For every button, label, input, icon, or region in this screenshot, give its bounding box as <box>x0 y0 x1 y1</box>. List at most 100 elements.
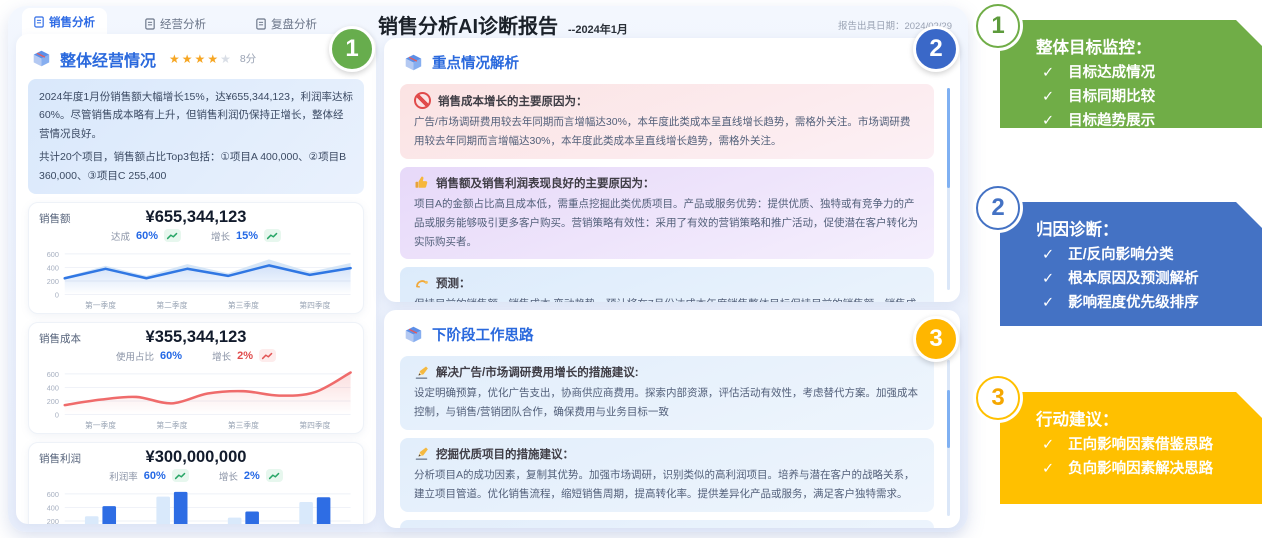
svg-text:第三季度: 第三季度 <box>228 420 259 430</box>
chart-stat: 增长 2% <box>212 349 276 363</box>
partial-card <box>400 519 934 528</box>
next-phase-header: 下阶段工作思路 <box>400 322 934 347</box>
star-icon: ★ <box>194 51 208 66</box>
note-body: 设定明确预算，优化广告支出，协商供应商费用。探索内部资源，评估活动有效性，考虑替… <box>414 387 918 418</box>
summary-box: 2024年度1月份销售额大幅增长15%，达¥655,344,123，利润率达标6… <box>28 79 364 194</box>
annotation-number-badge: 1 <box>976 4 1020 48</box>
note-body: 分析项目A的成功因素，复制其优势。加强市场调研，识别类似的高利润项目。培养与潜在… <box>414 468 915 500</box>
note-title-row: 挖掘优质项目的措施建议： <box>414 446 920 462</box>
panel-title: 下阶段工作思路 <box>432 328 534 344</box>
forecast-card: 预测： 保持目前的销售额、销售成本 变动趋势，预计将在7月份达成本年度销售整体目… <box>400 267 934 302</box>
score-label: 8分 <box>239 53 257 65</box>
annotation-item: 目标同期比较 <box>1036 86 1252 110</box>
chart-stat: 利润率 60% <box>109 469 189 483</box>
annotation-attribution-diagnosis: 归因诊断： 正/反向影响分类 根本原因及预测解析 影响程度优先级排序 <box>1000 202 1262 326</box>
scrollbar-thumb[interactable] <box>947 88 950 188</box>
plan-number-badge: 3 <box>913 316 959 362</box>
key-analysis-header: 重点情况解析 <box>400 50 934 75</box>
note-title-row: 销售成本增长的主要原因为： <box>414 92 920 109</box>
note-title: 预测： <box>436 278 471 291</box>
report-book-icon <box>400 50 425 75</box>
note-title-row: 解决广告/市场调研费用增长的措施建议: <box>414 364 920 380</box>
annotation-item: 负向影响因素解决思路 <box>1036 458 1252 482</box>
note-title: 解决广告/市场调研费用增长的措施建议: <box>436 367 639 379</box>
chart-stat: 增长 15% <box>211 229 282 243</box>
overview-number-badge: 1 <box>329 26 375 72</box>
thumbs-up-icon <box>414 175 429 190</box>
sales-amount-chart-card: 销售额 ¥655,344,123 达成 60% 增长 15% 0 200 400 600 第一… <box>28 201 364 314</box>
annotation-title: 行动建议： <box>1036 411 1119 429</box>
svg-text:600: 600 <box>47 250 59 259</box>
trend-icon <box>265 469 283 483</box>
chart-stat: 增长 2% <box>219 469 283 483</box>
annotation-item: 目标达成情况 <box>1036 62 1252 86</box>
document-icon <box>256 18 266 30</box>
chart-title: 销售额 <box>39 212 71 225</box>
report-book-icon <box>400 322 425 347</box>
no-entry-icon <box>414 92 431 109</box>
key-analysis-panel: 重点情况解析 销售成本增长的主要原因为： 广告/市场调研费用较去年同期而言增幅达… <box>384 38 960 302</box>
tab-label: 复盘分析 <box>271 19 317 31</box>
chart-stat: 使用占比 60% <box>116 349 183 363</box>
report-book-icon <box>28 46 53 71</box>
svg-text:第四季度: 第四季度 <box>299 300 330 310</box>
scrollbar[interactable] <box>947 360 950 516</box>
chart-stats: 利润率 60% 增长 2% <box>35 468 357 484</box>
star-icon: ★ <box>207 51 221 66</box>
chart-stat: 达成 60% <box>111 229 181 243</box>
chart-total-value: ¥300,000,000 <box>145 447 247 466</box>
screenshot-stage: 销售分析 经营分析 复盘分析 销售分析AI诊断报告 --2024年1月 报告出具… <box>0 0 1269 538</box>
star-rating: ★★★★★ <box>169 50 233 68</box>
tab-label: 经营分析 <box>160 19 206 31</box>
annotation-title: 归因诊断： <box>1036 221 1119 239</box>
chart-total-value: ¥355,344,123 <box>145 327 247 346</box>
chart-stats: 达成 60% 增长 15% <box>35 228 357 244</box>
annotation-number-badge: 2 <box>976 186 1020 230</box>
note-title: 销售额及销售利润表现良好的主要原因为： <box>436 177 655 190</box>
chart-stats: 使用占比 60% 增长 2% <box>35 348 357 364</box>
star-icon: ★ <box>220 51 233 66</box>
sales-amount-line-chart: 0 200 400 600 第一季度 第二季度 第三季度 第四季度 <box>47 250 352 310</box>
page-title: 销售分析AI诊断报告 <box>378 16 558 38</box>
annotation-title: 整体目标监控： <box>1036 39 1152 57</box>
svg-text:600: 600 <box>47 490 59 499</box>
note-title-row: 预测： <box>414 275 920 291</box>
summary-paragraph: 2024年度1月份销售额大幅增长15%，达¥655,344,123，利润率达标6… <box>39 91 353 140</box>
report-container: 销售分析 经营分析 复盘分析 销售分析AI诊断报告 --2024年1月 报告出具… <box>8 6 968 532</box>
trend-icon <box>164 229 181 243</box>
note-title: 挖掘优质项目的措施建议： <box>436 448 574 461</box>
svg-text:第三季度: 第三季度 <box>228 300 259 310</box>
scrollbar[interactable] <box>947 88 950 290</box>
note-body: 广告/市场调研费用较去年同期而言增幅达30%，本年度此类成本呈直线增长趋势，需格… <box>414 116 911 147</box>
trend-icon <box>171 469 189 483</box>
trend-icon <box>258 349 276 363</box>
annotation-goal-monitoring: 整体目标监控： 目标达成情况 目标同期比较 目标趋势展示 <box>1000 20 1262 128</box>
next-phase-panel: 下阶段工作思路 解决广告/市场调研费用增长的措施建议: 设定明确预算，优化广告支… <box>384 310 960 528</box>
svg-text:第二季度: 第二季度 <box>156 300 187 310</box>
svg-text:600: 600 <box>47 370 59 379</box>
ad-cost-measures-card: 解决广告/市场调研费用增长的措施建议: 设定明确预算，优化广告支出，协商供应商费… <box>400 356 934 430</box>
svg-text:第二季度: 第二季度 <box>156 420 187 430</box>
svg-text:0: 0 <box>55 410 59 419</box>
sales-cost-chart-card: 销售成本 ¥355,344,123 使用占比 60% 增长 2% 0 200 400 600… <box>28 321 364 434</box>
annotation-item: 正/反向影响分类 <box>1036 244 1252 268</box>
annotation-item: 正向影响因素借鉴思路 <box>1036 434 1252 458</box>
document-icon <box>34 16 44 28</box>
note-title: 销售成本增长的主要原因为： <box>438 95 588 108</box>
report-title-row: 销售分析AI诊断报告 --2024年1月 <box>378 10 628 39</box>
svg-text:200: 200 <box>47 517 59 524</box>
overview-panel-header: 整体经营情况 ★★★★★ 8分 <box>28 46 364 71</box>
note-body: 项目A的金额占比高且成本低，需重点挖掘此类优质项目。产品或服务优势：提供优质、独… <box>414 197 918 248</box>
svg-text:400: 400 <box>47 503 59 512</box>
pencil-icon <box>414 365 429 380</box>
chart-total-value: ¥655,344,123 <box>145 207 247 226</box>
svg-text:400: 400 <box>47 383 59 392</box>
annotation-item: 目标趋势展示 <box>1036 110 1252 134</box>
scrollbar-thumb[interactable] <box>947 390 950 448</box>
panel-title: 整体经营情况 <box>60 52 157 70</box>
cost-growth-cause-card: 销售成本增长的主要原因为： 广告/市场调研费用较去年同期而言增幅达30%，本年度… <box>400 84 934 159</box>
annotation-item: 根本原因及预测解析 <box>1036 268 1252 292</box>
chart-title: 销售成本 <box>39 332 81 345</box>
star-icon: ★ <box>169 51 182 66</box>
svg-text:400: 400 <box>47 263 59 272</box>
